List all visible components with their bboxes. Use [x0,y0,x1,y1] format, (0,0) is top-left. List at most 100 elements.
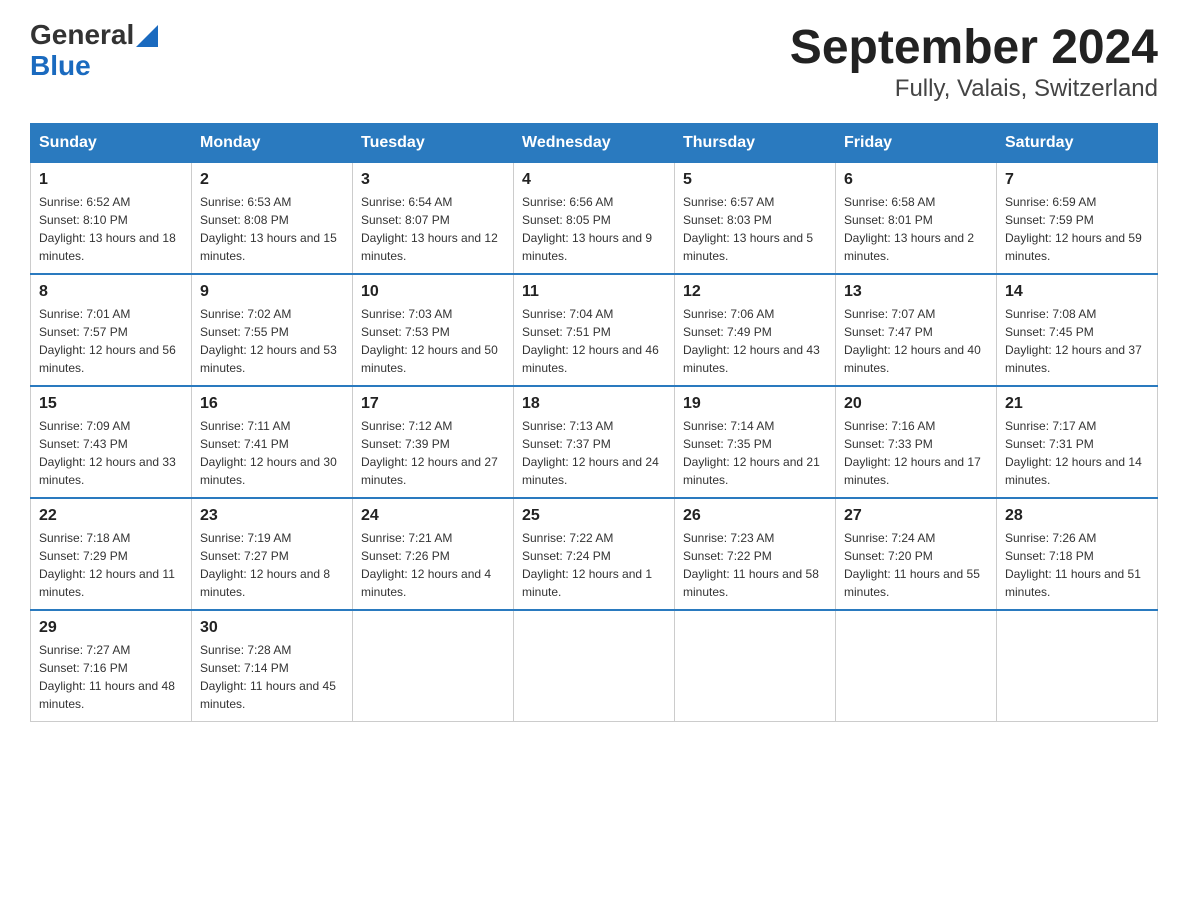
day-info: Sunrise: 7:04 AMSunset: 7:51 PMDaylight:… [522,305,666,377]
day-info: Sunrise: 7:22 AMSunset: 7:24 PMDaylight:… [522,529,666,601]
day-number: 7 [1005,171,1149,189]
day-info: Sunrise: 7:17 AMSunset: 7:31 PMDaylight:… [1005,417,1149,489]
day-info: Sunrise: 7:07 AMSunset: 7:47 PMDaylight:… [844,305,988,377]
day-number: 23 [200,507,344,525]
calendar-cell: 29 Sunrise: 7:27 AMSunset: 7:16 PMDayligh… [31,610,192,722]
day-number: 14 [1005,283,1149,301]
day-info: Sunrise: 7:21 AMSunset: 7:26 PMDaylight:… [361,529,505,601]
calendar-cell: 9 Sunrise: 7:02 AMSunset: 7:55 PMDaylight… [192,274,353,386]
day-info: Sunrise: 7:28 AMSunset: 7:14 PMDaylight:… [200,641,344,713]
header-monday: Monday [192,124,353,163]
calendar-cell: 18 Sunrise: 7:13 AMSunset: 7:37 PMDayligh… [514,386,675,498]
day-info: Sunrise: 7:09 AMSunset: 7:43 PMDaylight:… [39,417,183,489]
days-header-row: Sunday Monday Tuesday Wednesday Thursday… [31,124,1158,163]
calendar-cell: 10Sunrise: 7:03 AMSunset: 7:53 PMDayligh… [353,274,514,386]
day-number: 9 [200,283,344,301]
calendar-cell [836,610,997,722]
week-row-3: 15 Sunrise: 7:09 AMSunset: 7:43 PMDayligh… [31,386,1158,498]
day-info: Sunrise: 6:57 AMSunset: 8:03 PMDaylight:… [683,193,827,265]
day-number: 16 [200,395,344,413]
day-info: Sunrise: 7:16 AMSunset: 7:33 PMDaylight:… [844,417,988,489]
week-row-1: 1 Sunrise: 6:52 AMSunset: 8:10 PMDaylight… [31,163,1158,275]
day-info: Sunrise: 6:53 AMSunset: 8:08 PMDaylight:… [200,193,344,265]
logo-triangle-icon [136,25,158,47]
header-wednesday: Wednesday [514,124,675,163]
day-number: 18 [522,395,666,413]
day-number: 29 [39,619,183,637]
calendar-cell: 20 Sunrise: 7:16 AMSunset: 7:33 PMDayligh… [836,386,997,498]
calendar-cell: 21Sunrise: 7:17 AMSunset: 7:31 PMDayligh… [997,386,1158,498]
calendar-cell: 11 Sunrise: 7:04 AMSunset: 7:51 PMDayligh… [514,274,675,386]
calendar-cell: 8Sunrise: 7:01 AMSunset: 7:57 PMDaylight… [31,274,192,386]
day-info: Sunrise: 7:23 AMSunset: 7:22 PMDaylight:… [683,529,827,601]
calendar-cell: 27Sunrise: 7:24 AMSunset: 7:20 PMDayligh… [836,498,997,610]
header-sunday: Sunday [31,124,192,163]
day-info: Sunrise: 7:19 AMSunset: 7:27 PMDaylight:… [200,529,344,601]
day-number: 27 [844,507,988,525]
calendar-cell: 26Sunrise: 7:23 AMSunset: 7:22 PMDayligh… [675,498,836,610]
header-thursday: Thursday [675,124,836,163]
calendar-cell: 16Sunrise: 7:11 AMSunset: 7:41 PMDayligh… [192,386,353,498]
calendar-cell: 23 Sunrise: 7:19 AMSunset: 7:27 PMDayligh… [192,498,353,610]
calendar-cell: 22 Sunrise: 7:18 AMSunset: 7:29 PMDayligh… [31,498,192,610]
day-info: Sunrise: 6:59 AMSunset: 7:59 PMDaylight:… [1005,193,1149,265]
calendar-cell: 28 Sunrise: 7:26 AMSunset: 7:18 PMDayligh… [997,498,1158,610]
day-number: 15 [39,395,183,413]
day-number: 3 [361,171,505,189]
day-number: 20 [844,395,988,413]
logo-general-text: General [30,20,134,51]
header: General Blue September 2024 Fully, Valai… [30,20,1158,103]
day-number: 22 [39,507,183,525]
calendar-cell: 14Sunrise: 7:08 AMSunset: 7:45 PMDayligh… [997,274,1158,386]
day-info: Sunrise: 7:27 AMSunset: 7:16 PMDaylight:… [39,641,183,713]
day-number: 30 [200,619,344,637]
day-number: 4 [522,171,666,189]
calendar-cell: 12Sunrise: 7:06 AMSunset: 7:49 PMDayligh… [675,274,836,386]
day-info: Sunrise: 7:06 AMSunset: 7:49 PMDaylight:… [683,305,827,377]
day-info: Sunrise: 6:58 AMSunset: 8:01 PMDaylight:… [844,193,988,265]
day-info: Sunrise: 7:26 AMSunset: 7:18 PMDaylight:… [1005,529,1149,601]
day-info: Sunrise: 7:02 AMSunset: 7:55 PMDaylight:… [200,305,344,377]
calendar-cell: 2Sunrise: 6:53 AMSunset: 8:08 PMDaylight… [192,163,353,275]
calendar-cell: 30 Sunrise: 7:28 AMSunset: 7:14 PMDayligh… [192,610,353,722]
day-number: 17 [361,395,505,413]
day-number: 28 [1005,507,1149,525]
header-tuesday: Tuesday [353,124,514,163]
header-saturday: Saturday [997,124,1158,163]
calendar-cell: 17 Sunrise: 7:12 AMSunset: 7:39 PMDayligh… [353,386,514,498]
calendar-cell [997,610,1158,722]
calendar-table: Sunday Monday Tuesday Wednesday Thursday… [30,123,1158,722]
week-row-5: 29 Sunrise: 7:27 AMSunset: 7:16 PMDayligh… [31,610,1158,722]
logo: General Blue [30,20,158,82]
calendar-cell: 4 Sunrise: 6:56 AMSunset: 8:05 PMDaylight… [514,163,675,275]
calendar-cell: 15 Sunrise: 7:09 AMSunset: 7:43 PMDayligh… [31,386,192,498]
calendar-cell: 1 Sunrise: 6:52 AMSunset: 8:10 PMDaylight… [31,163,192,275]
day-number: 24 [361,507,505,525]
calendar-cell [514,610,675,722]
day-info: Sunrise: 6:56 AMSunset: 8:05 PMDaylight:… [522,193,666,265]
day-number: 11 [522,283,666,301]
day-info: Sunrise: 6:54 AMSunset: 8:07 PMDaylight:… [361,193,505,265]
day-info: Sunrise: 7:14 AMSunset: 7:35 PMDaylight:… [683,417,827,489]
day-number: 19 [683,395,827,413]
week-row-4: 22 Sunrise: 7:18 AMSunset: 7:29 PMDayligh… [31,498,1158,610]
calendar-cell: 7 Sunrise: 6:59 AMSunset: 7:59 PMDaylight… [997,163,1158,275]
week-row-2: 8Sunrise: 7:01 AMSunset: 7:57 PMDaylight… [31,274,1158,386]
day-number: 1 [39,171,183,189]
calendar-cell: 19 Sunrise: 7:14 AMSunset: 7:35 PMDayligh… [675,386,836,498]
title-area: September 2024 Fully, Valais, Switzerlan… [790,20,1158,103]
calendar-cell: 13Sunrise: 7:07 AMSunset: 7:47 PMDayligh… [836,274,997,386]
day-info: Sunrise: 7:01 AMSunset: 7:57 PMDaylight:… [39,305,183,377]
calendar-cell: 5Sunrise: 6:57 AMSunset: 8:03 PMDaylight… [675,163,836,275]
logo-blue-text: Blue [30,51,158,82]
day-info: Sunrise: 7:18 AMSunset: 7:29 PMDaylight:… [39,529,183,601]
day-info: Sunrise: 7:12 AMSunset: 7:39 PMDaylight:… [361,417,505,489]
calendar-cell: 3 Sunrise: 6:54 AMSunset: 8:07 PMDaylight… [353,163,514,275]
calendar-cell: 25Sunrise: 7:22 AMSunset: 7:24 PMDayligh… [514,498,675,610]
month-year-title: September 2024 [790,20,1158,75]
calendar-cell: 24 Sunrise: 7:21 AMSunset: 7:26 PMDayligh… [353,498,514,610]
day-info: Sunrise: 7:13 AMSunset: 7:37 PMDaylight:… [522,417,666,489]
location-subtitle: Fully, Valais, Switzerland [790,75,1158,103]
day-info: Sunrise: 6:52 AMSunset: 8:10 PMDaylight:… [39,193,183,265]
calendar-cell: 6Sunrise: 6:58 AMSunset: 8:01 PMDaylight… [836,163,997,275]
